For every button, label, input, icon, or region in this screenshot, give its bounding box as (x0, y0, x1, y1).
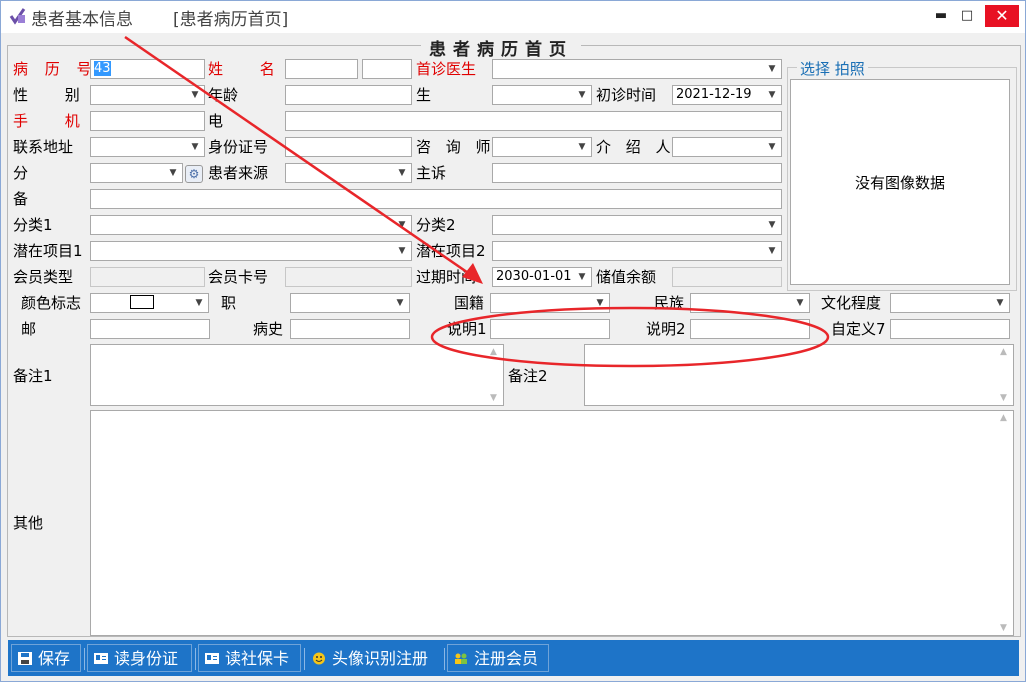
patient-info-window: 患者基本信息 [患者病历首页] ▬ □ ✕ 患者病历首页 病 历 号 43 姓 … (0, 0, 1026, 682)
annotation-arrow-line (124, 35, 478, 281)
annotation-overlay (124, 35, 830, 368)
annotation-arrow-head (462, 263, 483, 284)
annotation-ellipse (430, 306, 830, 368)
